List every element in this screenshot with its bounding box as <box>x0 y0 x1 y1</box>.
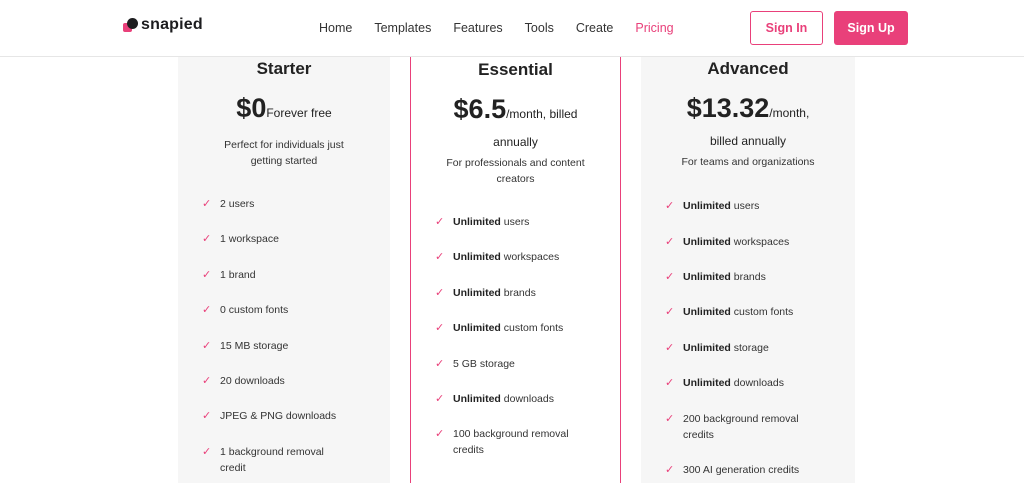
feature-item: ✓ Unlimited custom fonts <box>665 306 794 318</box>
check-icon: ✓ <box>202 233 212 245</box>
plan-card-advanced: Advanced $13.32/month, billed annually F… <box>641 57 855 483</box>
check-icon: ✓ <box>665 306 675 318</box>
check-icon: ✓ <box>665 342 675 354</box>
plan-description: For teams and organizations <box>681 156 815 168</box>
check-icon: ✓ <box>665 236 675 248</box>
check-icon: ✓ <box>665 271 675 283</box>
plan-price-line: $0Forever free <box>178 93 390 124</box>
feature-item: ✓ Unlimited workspaces <box>665 236 790 248</box>
check-icon: ✓ <box>202 375 212 387</box>
brand-logo[interactable]: snapied <box>123 16 203 34</box>
plan-period: /month, billed <box>506 107 578 121</box>
feature-item: ✓ Unlimited workspaces <box>435 251 560 263</box>
feature-item: ✓ Unlimited downloads <box>435 393 554 405</box>
feature-item: ✓ 300 AI generation credits <box>665 464 800 476</box>
nav-item-features[interactable]: Features <box>453 21 502 35</box>
feature-item: ✓ Unlimited brands <box>435 287 536 299</box>
check-icon: ✓ <box>202 198 212 210</box>
feature-item: ✓ 0 custom fonts <box>202 304 289 316</box>
plan-period-continued: billed annually <box>709 134 787 148</box>
feature-item: ✓ Unlimited storage <box>665 342 769 354</box>
plan-card-starter: Starter $0Forever free Perfect for indiv… <box>178 57 390 483</box>
site-header: snapied Home Templates Features Tools Cr… <box>0 0 1024 57</box>
plan-period-continued: annually <box>493 135 538 149</box>
plan-name: Starter <box>256 59 312 78</box>
feature-item: ✓ Unlimited users <box>665 200 760 212</box>
plan-price-line: $13.32/month, <box>641 93 855 124</box>
feature-item: ✓ 1 workspace <box>202 233 279 245</box>
plan-period: /month, <box>769 106 810 120</box>
check-icon: ✓ <box>665 200 675 212</box>
logo-icon <box>123 18 139 32</box>
feature-item: ✓ 1 brand <box>202 269 256 281</box>
check-icon: ✓ <box>202 410 212 422</box>
nav-item-pricing[interactable]: Pricing <box>635 21 673 35</box>
sign-up-button[interactable]: Sign Up <box>834 11 908 45</box>
nav-item-create[interactable]: Create <box>576 21 614 35</box>
check-icon: ✓ <box>435 287 445 299</box>
check-icon: ✓ <box>202 340 212 352</box>
brand-name: snapied <box>141 16 203 33</box>
feature-item: ✓ 2 users <box>202 198 255 210</box>
plan-period: Forever free <box>266 106 332 120</box>
check-icon: ✓ <box>435 251 445 263</box>
feature-item: ✓ 15 MB storage <box>202 340 289 352</box>
sign-in-button[interactable]: Sign In <box>750 11 823 45</box>
nav-item-tools[interactable]: Tools <box>525 21 554 35</box>
check-icon: ✓ <box>665 464 675 476</box>
plan-name: Essential <box>478 60 553 79</box>
feature-item: ✓ Unlimited custom fonts <box>435 322 564 334</box>
feature-item: ✓ 5 GB storage <box>435 358 515 370</box>
plan-price: $6.5 <box>453 94 507 124</box>
check-icon: ✓ <box>665 413 675 425</box>
feature-item: ✓ Unlimited downloads <box>665 377 784 389</box>
check-icon: ✓ <box>435 322 445 334</box>
check-icon: ✓ <box>665 377 675 389</box>
check-icon: ✓ <box>202 269 212 281</box>
check-icon: ✓ <box>435 428 445 440</box>
plan-card-essential: Essential $6.5/month, billed annually Fo… <box>410 57 621 483</box>
plan-price: $13.32 <box>686 93 770 123</box>
feature-item: ✓ 200 background removal credits <box>665 413 799 441</box>
feature-item: ✓ JPEG & PNG downloads <box>202 410 337 422</box>
plan-description: For professionals and content creators <box>446 157 585 185</box>
feature-item: ✓ 100 background removal credits <box>435 428 569 456</box>
main-nav: Home Templates Features Tools Create Pri… <box>319 21 696 35</box>
feature-item: ✓ 20 downloads <box>202 375 285 387</box>
check-icon: ✓ <box>202 304 212 316</box>
check-icon: ✓ <box>202 446 212 458</box>
plan-description: Perfect for individuals just getting sta… <box>224 139 344 167</box>
check-icon: ✓ <box>435 216 445 228</box>
feature-item: ✓ 1 background removal credit <box>202 446 324 474</box>
check-icon: ✓ <box>435 358 445 370</box>
check-icon: ✓ <box>435 393 445 405</box>
feature-item: ✓ Unlimited users <box>435 216 530 228</box>
nav-item-templates[interactable]: Templates <box>374 21 431 35</box>
plan-price-line: $6.5/month, billed <box>411 94 620 125</box>
nav-item-home[interactable]: Home <box>319 21 352 35</box>
feature-item: ✓ Unlimited brands <box>665 271 766 283</box>
plan-price: $0 <box>236 93 267 123</box>
plan-name: Advanced <box>707 59 789 78</box>
